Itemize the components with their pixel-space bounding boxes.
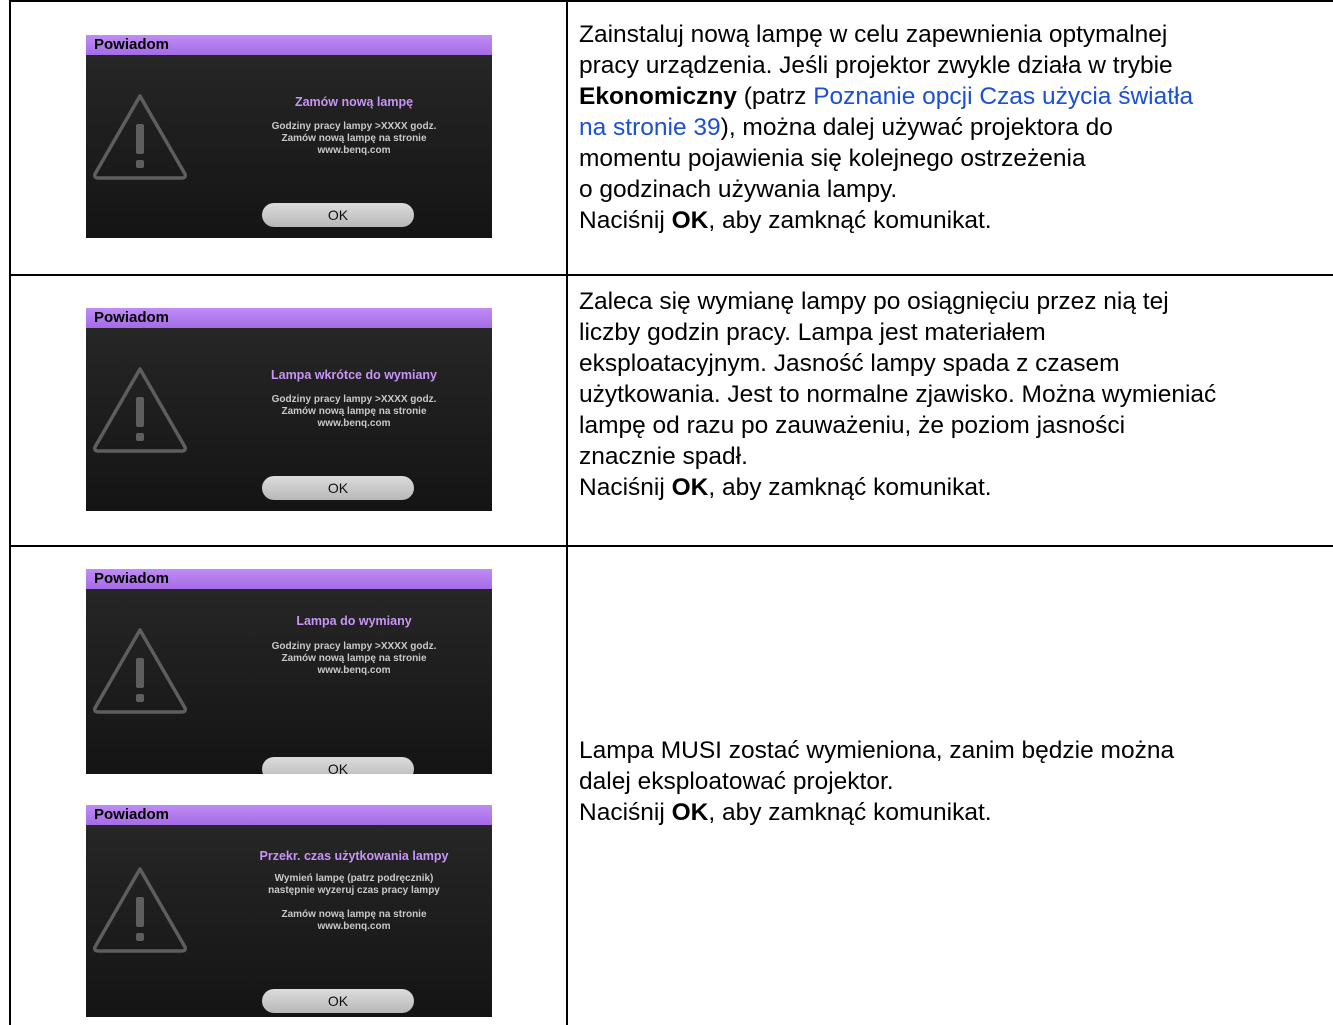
description-line: Zaleca się wymianę lampy po osiągnięciu … [579, 288, 1169, 315]
osd-message: Wymień lampę (patrz podręcznik) następni… [216, 873, 492, 933]
description-line: użytkowania. Jest to normalne zjawisko. … [579, 381, 1217, 408]
ok-key-name: OK [671, 799, 709, 826]
osd-heading: Przekr. czas użytkowania lampy [259, 849, 449, 863]
mode-name: Ekonomiczny [579, 83, 737, 110]
osd-message-line: Zamów nową lampę na stronie [281, 653, 427, 664]
osd-message-line: Wymień lampę (patrz podręcznik) [274, 873, 434, 884]
description-line: eksploatacyjnym. Jasność lampy spada z c… [579, 350, 1120, 377]
osd-message-line: następnie wyzeruj czas pracy lampy [268, 885, 440, 896]
cross-reference-link[interactable]: Poznanie opcji Czas użycia światła [813, 83, 1193, 110]
description-line: dalej eksploatować projektor. [579, 768, 894, 795]
osd-title-bar: Powiadom [86, 308, 492, 328]
osd-dialog: Powiadom Zamów nową lampę Godziny pracy … [86, 35, 492, 238]
osd-body: Zamów nową lampę Godziny pracy lampy >XX… [86, 55, 492, 238]
osd-body: Lampa wkrótce do wymiany Godziny pracy l… [86, 328, 492, 511]
osd-message-line: Zamów nową lampę na stronie [281, 406, 427, 417]
ok-button[interactable]: OK [262, 203, 414, 227]
osd-title-bar: Powiadom [86, 35, 492, 55]
osd-title: Powiadom [94, 570, 170, 587]
description-line: na stronie 39), można dalej używać proje… [579, 114, 1113, 141]
ok-button[interactable]: OK [262, 476, 414, 500]
description-line: o godzinach używania lampy. [579, 176, 898, 203]
table-row: Powiadom Zamów nową lampę Godziny pracy … [11, 2, 1333, 276]
osd-message-line: Zamów nową lampę na stronie [281, 909, 427, 920]
osd-message-line: www.benq.com [317, 921, 391, 932]
osd-message-line: Godziny pracy lampy >XXXX godz. [271, 121, 437, 132]
close-instruction: Naciśnij OK, aby zamknąć komunikat. [579, 474, 992, 501]
cross-reference-link-page[interactable]: na stronie 39 [579, 114, 721, 141]
osd-message-line: www.benq.com [317, 665, 391, 676]
description-line: lampę od razu po zauważeniu, że poziom j… [579, 412, 1126, 439]
description-line: znacznie spadł. [579, 443, 748, 470]
description-line: liczby godzin pracy. Lampa jest materiał… [579, 319, 1046, 346]
row-description: Zaleca się wymianę lampy po osiągnięciu … [579, 286, 1333, 503]
warning-triangle-icon [93, 94, 187, 180]
close-instruction: Naciśnij OK, aby zamknąć komunikat. [579, 799, 992, 826]
ok-key-name: OK [671, 207, 709, 234]
description-line: Lampa MUSI zostać wymieniona, zanim będz… [579, 737, 1175, 764]
osd-message: Godziny pracy lampy >XXXX godz. Zamów no… [216, 641, 492, 677]
description-line: Zainstaluj nową lampę w celu zapewnienia… [579, 21, 1168, 48]
osd-message: Godziny pracy lampy >XXXX godz. Zamów no… [216, 394, 492, 430]
table-row: Powiadom Lampa do wymiany Godziny pracy … [11, 547, 1333, 1025]
description-line: Ekonomiczny (patrz Poznanie opcji Czas u… [579, 83, 1194, 110]
osd-message-line: Godziny pracy lampy >XXXX godz. [271, 394, 437, 405]
lamp-messages-table: Powiadom Zamów nową lampę Godziny pracy … [9, 0, 1333, 1025]
ok-button[interactable]: OK [262, 989, 414, 1013]
warning-triangle-icon [93, 628, 187, 714]
osd-dialog: Powiadom Przekr. czas użytkowania lampy … [86, 805, 492, 1017]
osd-title-bar: Powiadom [86, 805, 492, 825]
osd-message-line: Godziny pracy lampy >XXXX godz. [271, 641, 437, 652]
description-line: momentu pojawienia się kolejnego ostrzeż… [579, 145, 1086, 172]
row-description: Zainstaluj nową lampę w celu zapewnienia… [579, 19, 1333, 236]
close-instruction: Naciśnij OK, aby zamknąć komunikat. [579, 207, 992, 234]
osd-dialog: Powiadom Lampa wkrótce do wymiany Godzin… [86, 308, 492, 511]
row-description: Lampa MUSI zostać wymieniona, zanim będz… [579, 735, 1333, 828]
osd-message: Godziny pracy lampy >XXXX godz. Zamów no… [216, 121, 492, 157]
ok-button[interactable]: OK [262, 757, 414, 774]
osd-title: Powiadom [94, 309, 170, 326]
osd-dialog: Powiadom Lampa do wymiany Godziny pracy … [86, 569, 492, 774]
column-divider [566, 547, 568, 1025]
table-row: Powiadom Lampa wkrótce do wymiany Godzin… [11, 276, 1333, 547]
ok-key-name: OK [671, 474, 709, 501]
column-divider [566, 276, 568, 545]
osd-message-line: www.benq.com [317, 145, 391, 156]
osd-title: Powiadom [94, 806, 170, 823]
osd-title-bar: Powiadom [86, 569, 492, 589]
warning-triangle-icon [93, 367, 187, 453]
osd-heading: Lampa do wymiany [296, 614, 412, 628]
osd-message-line: www.benq.com [317, 418, 391, 429]
warning-triangle-icon [93, 867, 187, 953]
osd-message-line [216, 897, 492, 909]
osd-title: Powiadom [94, 36, 170, 53]
osd-body: Przekr. czas użytkowania lampy Wymień la… [86, 825, 492, 1017]
column-divider [566, 2, 568, 274]
osd-heading: Lampa wkrótce do wymiany [270, 368, 438, 382]
osd-body: Lampa do wymiany Godziny pracy lampy >XX… [86, 589, 492, 774]
description-line: pracy urządzenia. Jeśli projektor zwykle… [579, 52, 1173, 79]
osd-message-line: Zamów nową lampę na stronie [281, 133, 427, 144]
osd-heading: Zamów nową lampę [294, 95, 414, 109]
